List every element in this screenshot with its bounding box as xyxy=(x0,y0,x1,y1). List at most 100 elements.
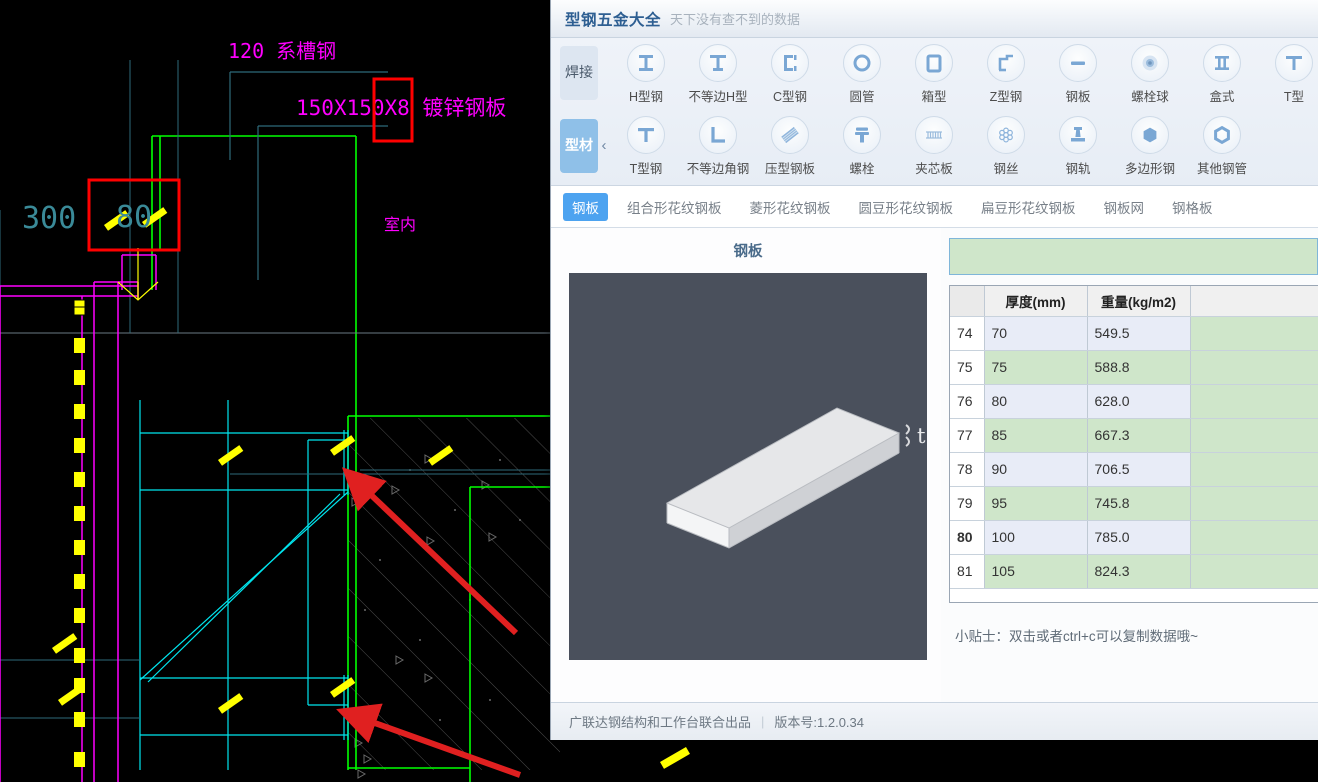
table-header-row: 厚度(mm) 重量(kg/m2) xyxy=(950,286,1318,317)
category-tab-profile[interactable]: 型材 xyxy=(560,118,598,173)
version-label: 版本号:1.2.0.34 xyxy=(774,715,865,730)
tab-flat-bean-pattern-plate[interactable]: 扁豆形花纹钢板 xyxy=(972,193,1085,221)
tool-rail[interactable]: 钢轨 xyxy=(1042,114,1114,177)
tool-profiled-sheet[interactable]: 压型钢板 xyxy=(754,114,826,177)
cell-thickness[interactable]: 75 xyxy=(984,350,1088,385)
cell-weight[interactable]: 745.8 xyxy=(1087,486,1191,521)
tool-h-beam-label: H型钢 xyxy=(628,89,664,104)
column-header-weight[interactable]: 重量(kg/m2) xyxy=(1087,286,1191,317)
tool-z-section[interactable]: Z型钢 xyxy=(970,42,1042,105)
tool-bolt[interactable]: 螺栓 xyxy=(826,114,898,177)
table-row[interactable]: 74 70 549.5 xyxy=(950,316,1318,351)
table-row[interactable]: 77 85 667.3 xyxy=(950,418,1318,453)
tool-polygon-steel[interactable]: 多边形钢 xyxy=(1114,114,1186,177)
table-row[interactable]: 78 90 706.5 xyxy=(950,452,1318,487)
cell-thickness[interactable]: 80 xyxy=(984,384,1088,419)
cell-weight[interactable]: 824.3 xyxy=(1087,554,1191,589)
column-header-extra[interactable] xyxy=(1190,286,1318,317)
steel-wire-icon xyxy=(987,116,1025,154)
table-row-selected[interactable]: 80 100 785.0 xyxy=(950,520,1318,555)
ribbon-tools-row1: H型钢 不等边H型 C型钢 圆管 箱型 Z型钢 钢板 螺栓球 盒式 T型 xyxy=(610,42,1318,105)
chevron-left-icon[interactable]: ‹ xyxy=(598,137,610,154)
table-row[interactable]: 79 95 745.8 xyxy=(950,486,1318,521)
unequal-angle-icon xyxy=(699,116,737,154)
3d-preview-viewport[interactable]: t xyxy=(569,273,927,660)
cell-thickness[interactable]: 90 xyxy=(984,452,1088,487)
table-row[interactable]: 75 75 588.8 xyxy=(950,350,1318,385)
row-index: 81 xyxy=(950,554,985,589)
h-beam-icon xyxy=(627,43,665,82)
cell-weight[interactable]: 549.5 xyxy=(1087,316,1191,351)
cell-thickness[interactable]: 70 xyxy=(984,316,1088,351)
app-subtitle: 天下没有查不到的数据 xyxy=(670,12,801,27)
cell-extra[interactable] xyxy=(1190,350,1318,385)
cell-thickness[interactable]: 105 xyxy=(984,554,1088,589)
content-area: 钢板 t 厚度(mm) 重量(kg/m2) 74 70 549.5 75 75 … xyxy=(551,228,1318,702)
cell-weight[interactable]: 588.8 xyxy=(1087,350,1191,385)
sandwich-panel-icon xyxy=(915,116,953,154)
tool-other-tube[interactable]: 其他钢管 xyxy=(1186,114,1258,177)
cell-extra[interactable] xyxy=(1190,486,1318,521)
category-tab-welding[interactable]: 焊接 xyxy=(560,46,598,100)
cell-weight[interactable]: 667.3 xyxy=(1087,418,1191,453)
tool-t-beam[interactable]: T型钢 xyxy=(610,114,682,177)
row-index: 77 xyxy=(950,418,985,453)
steel-plate-icon xyxy=(1059,43,1097,82)
column-header-thickness[interactable]: 厚度(mm) xyxy=(984,286,1088,317)
tool-steel-wire[interactable]: 钢丝 xyxy=(970,114,1042,177)
rail-icon xyxy=(1059,116,1097,154)
tab-composite-pattern-plate[interactable]: 组合形花纹钢板 xyxy=(618,193,731,221)
cell-thickness[interactable]: 85 xyxy=(984,418,1088,453)
tool-round-tube[interactable]: 圆管 xyxy=(826,42,898,105)
cell-extra[interactable] xyxy=(1190,452,1318,487)
cell-extra[interactable] xyxy=(1190,520,1318,555)
tool-bolt-ball[interactable]: 螺栓球 xyxy=(1114,42,1186,105)
cell-extra[interactable] xyxy=(1190,554,1318,589)
unequal-h-beam-icon xyxy=(699,43,737,82)
tool-other-tube-label: 其他钢管 xyxy=(1196,162,1247,176)
tool-box-section-label: 箱型 xyxy=(921,89,947,104)
table-row[interactable]: 81 105 824.3 xyxy=(950,554,1318,589)
tool-sandwich-panel[interactable]: 夹芯板 xyxy=(898,114,970,177)
row-index: 75 xyxy=(950,350,985,385)
tool-unequal-h-beam[interactable]: 不等边H型 xyxy=(682,42,754,105)
polygon-steel-icon xyxy=(1131,116,1169,154)
tool-unequal-angle[interactable]: 不等边角钢 xyxy=(682,114,754,177)
ribbon-toolbar: 焊接 H型钢 不等边H型 C型钢 圆管 箱型 Z型钢 钢板 螺栓球 盒式 T型 … xyxy=(551,38,1318,186)
tool-steel-plate[interactable]: 钢板 xyxy=(1042,42,1114,105)
tool-polygon-steel-label: 多边形钢 xyxy=(1124,162,1175,176)
data-table-wrapper[interactable]: 厚度(mm) 重量(kg/m2) 74 70 549.5 75 75 588.8… xyxy=(949,285,1318,603)
tool-bolt-ball-label: 螺栓球 xyxy=(1131,89,1169,104)
search-input[interactable] xyxy=(949,238,1318,275)
tool-box-type-label: 盒式 xyxy=(1209,89,1235,104)
cell-weight[interactable]: 628.0 xyxy=(1087,384,1191,419)
cell-thickness[interactable]: 95 xyxy=(984,486,1088,521)
tool-t-type[interactable]: T型 xyxy=(1258,42,1318,105)
tab-steel-plate[interactable]: 钢板 xyxy=(563,192,608,221)
tool-round-tube-label: 圆管 xyxy=(849,89,875,104)
cell-thickness[interactable]: 100 xyxy=(984,520,1088,555)
tip-text: 小贴士：双击或者ctrl+c可以复制数据哦~ xyxy=(955,629,1199,644)
tool-c-channel[interactable]: C型钢 xyxy=(754,42,826,105)
cell-extra[interactable] xyxy=(1190,316,1318,351)
cad-dim-300: 300 xyxy=(22,201,76,236)
bolt-icon xyxy=(843,116,881,154)
cell-extra[interactable] xyxy=(1190,418,1318,453)
cell-weight[interactable]: 706.5 xyxy=(1087,452,1191,487)
tool-box-section[interactable]: 箱型 xyxy=(898,42,970,105)
cell-extra[interactable] xyxy=(1190,384,1318,419)
tab-round-bean-pattern-plate[interactable]: 圆豆形花纹钢板 xyxy=(850,193,963,221)
tool-h-beam[interactable]: H型钢 xyxy=(610,42,682,105)
tab-steel-grating[interactable]: 钢格板 xyxy=(1163,193,1222,221)
cell-weight-selected[interactable]: 785.0 xyxy=(1087,520,1191,555)
tab-diamond-pattern-plate[interactable]: 菱形花纹钢板 xyxy=(741,193,840,221)
preview-title: 钢板 xyxy=(733,244,763,260)
tab-steel-mesh[interactable]: 钢板网 xyxy=(1095,193,1154,221)
cad-dim-80: 80 xyxy=(116,200,152,235)
table-row[interactable]: 76 80 628.0 xyxy=(950,384,1318,419)
tool-bolt-label: 螺栓 xyxy=(849,162,875,176)
thickness-dimension-label: t xyxy=(917,424,926,448)
cad-label-plate: 150X150X8 镀锌钢板 xyxy=(296,96,506,120)
tool-t-beam-label: T型钢 xyxy=(629,162,663,176)
tool-box-type[interactable]: 盒式 xyxy=(1186,42,1258,105)
